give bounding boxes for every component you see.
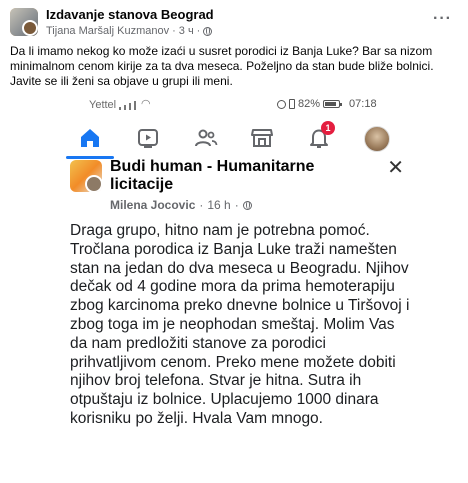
globe-icon [203,26,213,36]
globe-icon [242,200,252,210]
alarm-icon [277,99,286,109]
post-time[interactable]: 3 ч [179,25,194,37]
embedded-screenshot: Yettel ◠ 82% 07:18 1 Budi human - Humani… [52,88,415,483]
home-icon[interactable] [78,126,102,150]
post-header: Izdavanje stanova Beograd Tijana Maršalj… [10,6,458,38]
group-name[interactable]: Izdavanje stanova Beograd [46,7,214,22]
author-avatar[interactable] [22,20,38,36]
facebook-nav-bar: 1 [52,120,415,159]
battery-icon [323,100,343,108]
group-avatar[interactable] [10,8,38,36]
status-bar: Yettel ◠ 82% 07:18 [52,88,415,118]
meta-separator-2: · [196,25,201,37]
battery-percent: 82% [298,98,321,110]
more-horizontal-icon[interactable]: ··· [433,10,452,28]
meta-separator-2: · [234,198,239,212]
wifi-icon: ◠ [141,98,151,110]
author-avatar[interactable] [85,175,102,192]
meta-separator: · [199,198,204,212]
group-title[interactable]: Budi human - Humanitarne licitacije [110,158,365,194]
notification-badge: 1 [321,121,335,135]
marketplace-icon[interactable] [250,126,274,150]
carrier-name: Yettel [89,99,117,111]
notifications-icon[interactable]: 1 [307,121,335,150]
clock: 07:18 [349,98,377,110]
profile-avatar[interactable] [364,126,390,152]
post-text: Da li imamo nekog ko može izaći u susret… [10,44,434,88]
vibrate-icon [289,99,295,109]
signal-icon: ◠ [119,97,151,110]
group-post-meta: Milena Jocovic · 16 h · [110,198,252,212]
post-meta: Tijana Maršalj Kuzmanov · 3 ч · [46,25,213,37]
group-avatar[interactable] [70,160,102,192]
post-time[interactable]: 16 h [207,198,230,212]
friends-icon[interactable] [194,126,218,150]
group-post-body: Draga grupo, hitno nam je potrebna pomoć… [70,222,410,427]
status-right: 82% 07:18 [277,98,377,110]
author-name[interactable]: Milena Jocovic [110,198,195,212]
close-icon[interactable]: ✕ [387,158,404,178]
meta-separator: · [172,25,176,37]
video-icon[interactable] [136,126,160,150]
group-post-header: Budi human - Humanitarne licitacije Mile… [70,158,410,230]
author-name[interactable]: Tijana Maršalj Kuzmanov [46,25,169,37]
